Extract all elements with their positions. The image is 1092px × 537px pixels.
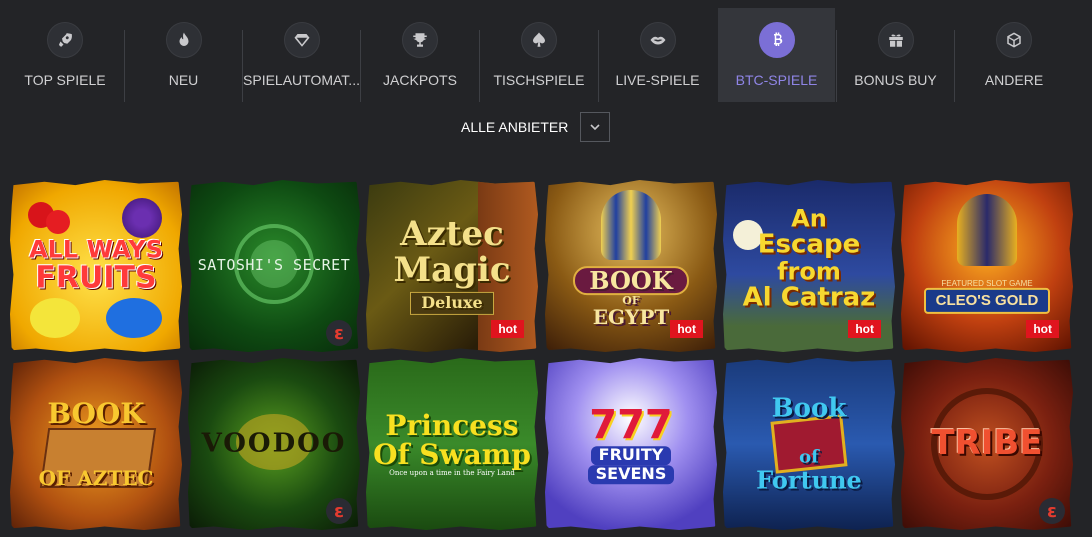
game-title-line: Magic — [393, 249, 511, 290]
hot-badge: hot — [491, 320, 524, 338]
hot-badge: hot — [848, 320, 881, 338]
game-tile-voodoo[interactable]: VOODOO ɛ — [188, 358, 360, 530]
category-label: BTC-SPIELE — [735, 72, 818, 88]
game-tile-satoshis-secret[interactable]: SATOSHI'S SECRET ɛ — [188, 180, 360, 352]
flame-icon — [165, 22, 202, 58]
game-tile-aztec-magic-deluxe[interactable]: Aztec Magic Deluxe hot — [366, 180, 538, 352]
category-andere[interactable]: ANDERE — [955, 8, 1073, 102]
game-title-line: Al Catraz — [742, 282, 876, 313]
game-title: BOOK OF EGYPT — [551, 266, 711, 328]
game-title-line: Escape — [757, 229, 861, 260]
game-title-line: BOOK — [573, 266, 689, 296]
category-label: TISCHSPIELE — [493, 72, 585, 88]
game-title-line: from — [777, 257, 841, 286]
game-title-line: Deluxe — [410, 292, 494, 316]
diamond-icon — [283, 22, 320, 58]
game-title-line: BOOK — [47, 396, 145, 430]
game-title: Book of Fortune — [729, 393, 889, 495]
provider-badge-icon: ɛ — [326, 498, 352, 524]
game-tile-tribe[interactable]: TRIBE ɛ — [901, 358, 1073, 530]
provider-badge-icon: ɛ — [1039, 498, 1065, 524]
game-title-line: Princess — [385, 408, 519, 442]
category-label: ANDERE — [984, 72, 1044, 88]
category-label: TOP SPIELE — [24, 72, 106, 88]
game-tile-princess-of-swamp[interactable]: Princess Of Swamp Once upon a time in th… — [366, 358, 538, 530]
category-bonus-buy[interactable]: BONUS BUY — [837, 8, 954, 102]
game-title: SATOSHI'S SECRET — [197, 256, 351, 275]
rocket-icon — [47, 22, 83, 58]
game-title-line: FEATURED SLOT GAME — [941, 278, 1033, 288]
trophy-icon — [402, 22, 438, 58]
category-label: LIVE-SPIELE — [615, 72, 700, 88]
game-tile-book-of-fortune[interactable]: Book of Fortune — [723, 358, 895, 530]
provider-dropdown-button[interactable] — [580, 112, 611, 142]
game-title-line: Once upon a time in the Fairy Land — [389, 468, 515, 477]
game-title: TRIBE — [931, 423, 1043, 464]
category-nav: TOP SPIELE NEU SPIELAUTOMAT... JACKPOTS … — [0, 8, 1092, 102]
game-title: Princess Of Swamp Once upon a time in th… — [372, 411, 532, 477]
game-title-line: OF AZTEC — [38, 466, 154, 491]
category-label: SPIELAUTOMAT... — [243, 72, 360, 88]
game-title-line: Aztec — [400, 213, 504, 254]
gift-icon — [877, 22, 914, 58]
category-jackpots[interactable]: JACKPOTS — [361, 8, 479, 102]
lips-icon — [639, 22, 676, 58]
hot-badge: hot — [670, 320, 703, 338]
category-btc-spiele[interactable]: BTC-SPIELE — [718, 8, 835, 102]
game-title-line: CLEO'S GOLD — [923, 288, 1051, 315]
category-spielautomaten[interactable]: SPIELAUTOMAT... — [243, 8, 360, 102]
game-title-line: An — [791, 204, 827, 233]
category-tischspiele[interactable]: TISCHSPIELE — [480, 8, 598, 102]
game-title-line: 777 — [589, 402, 673, 449]
game-title: FEATURED SLOT GAME CLEO'S GOLD — [907, 278, 1067, 315]
hot-badge: hot — [1026, 320, 1059, 338]
spade-icon — [521, 22, 557, 58]
provider-filter-label: ALLE ANBIETER — [461, 119, 569, 135]
provider-filter[interactable]: ALLE ANBIETER — [461, 112, 611, 142]
game-title-line: ALL WAYS — [29, 235, 163, 264]
category-label: JACKPOTS — [383, 72, 457, 88]
game-title-line: Fortune — [756, 465, 862, 495]
category-neu[interactable]: NEU — [125, 8, 242, 102]
cube-icon — [996, 22, 1032, 58]
game-tile-book-of-aztec[interactable]: BOOK OF AZTEC — [10, 358, 182, 530]
category-label: BONUS BUY — [854, 72, 937, 88]
game-title: Aztec Magic Deluxe — [372, 213, 532, 316]
category-live-spiele[interactable]: LIVE-SPIELE — [599, 8, 716, 102]
game-tile-fruity-sevens[interactable]: 777 FRUITY SEVENS — [545, 358, 717, 530]
game-title-line: SEVENS — [587, 465, 675, 484]
game-tile-escape-from-alcatraz[interactable]: An Escape from Al Catraz hot — [723, 180, 895, 352]
game-title-line: Of Swamp — [373, 438, 531, 472]
game-tile-all-ways-fruits[interactable]: ALL WAYS FRUITS — [10, 180, 182, 352]
category-top-spiele[interactable]: TOP SPIELE — [6, 8, 124, 102]
game-title: BOOK OF AZTEC — [16, 396, 176, 491]
game-title-line: FRUITS — [35, 260, 157, 296]
game-title-line: Book — [771, 393, 847, 424]
category-label: NEU — [168, 72, 199, 88]
game-tile-cleos-gold[interactable]: FEATURED SLOT GAME CLEO'S GOLD hot — [901, 180, 1073, 352]
game-title: 777 FRUITY SEVENS — [551, 404, 711, 484]
game-title: ALL WAYS FRUITS — [16, 235, 176, 296]
provider-badge-icon: ɛ — [326, 320, 352, 346]
game-tile-book-of-egypt[interactable]: BOOK OF EGYPT hot — [545, 180, 717, 352]
game-title-line: FRUITY — [590, 446, 672, 465]
chevron-down-icon — [590, 124, 600, 131]
game-title: VOODOO — [201, 428, 347, 459]
game-title: An Escape from Al Catraz — [729, 204, 889, 313]
bitcoin-icon — [758, 22, 795, 58]
